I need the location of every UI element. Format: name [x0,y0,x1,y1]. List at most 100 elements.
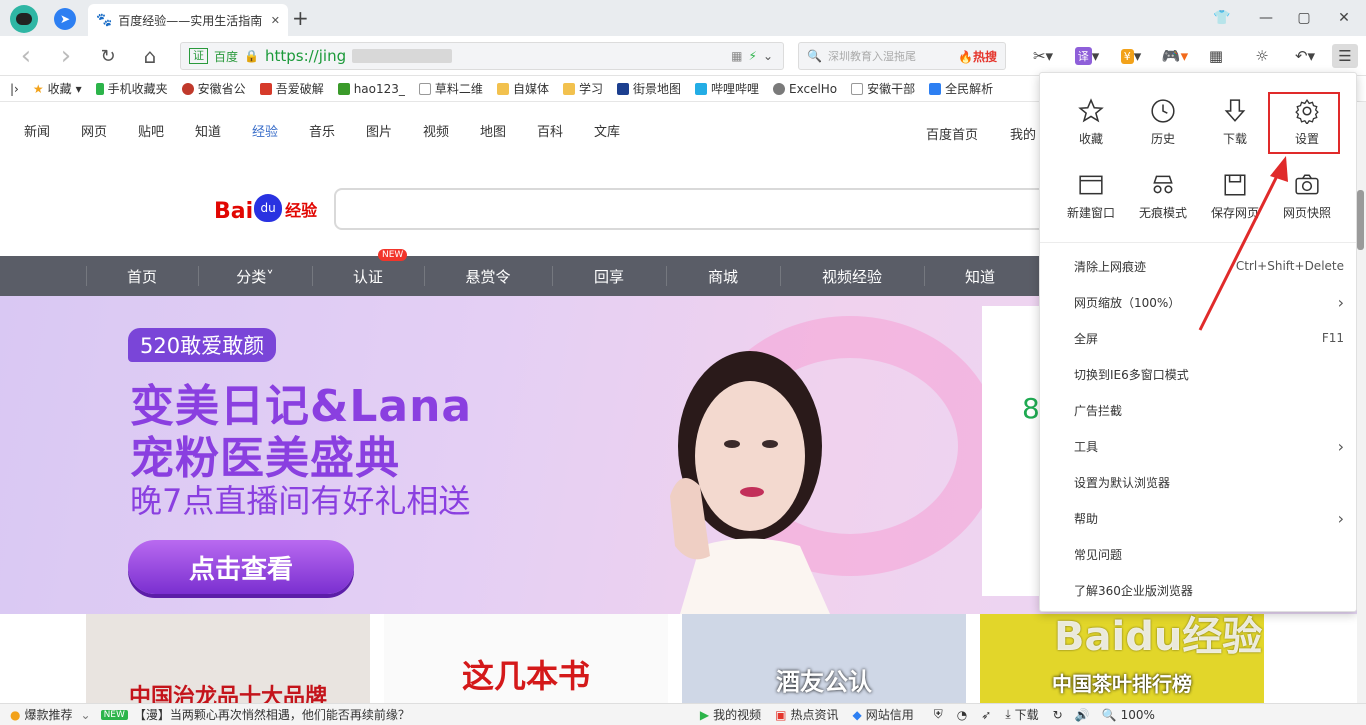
chevron-right-icon: › [1337,508,1344,528]
fire-icon: ● [10,707,21,722]
chevron-down-icon[interactable]: ⌄ [763,49,773,63]
category-item[interactable]: 知道 [924,256,1036,296]
topnav-item[interactable]: 文库 [594,121,651,140]
back-button[interactable]: ‹ [14,41,38,71]
category-item[interactable]: 认证 [312,256,424,296]
bookmark-item[interactable]: 吾爱破解 [259,80,324,97]
rocket-icon[interactable]: ➶ [981,708,991,722]
skin-icon[interactable]: 👕 [1212,8,1232,28]
tile-card[interactable]: 这几本书 [384,614,668,703]
news-ticker[interactable]: 【漫】当两颗心再次悄然相遇，他们能否再续前缘？ [134,706,424,723]
browser-logo-icon[interactable] [10,5,38,33]
bookmark-item[interactable]: 手机收藏夹 [95,80,168,97]
category-item[interactable]: 视频经验 [780,256,924,296]
maximize-button[interactable]: ▢ [1294,8,1314,28]
bookmark-item[interactable]: 草料二维 [418,80,483,97]
brightness-icon[interactable]: ☼ [1250,44,1274,68]
qr-icon[interactable]: ▦ [731,49,742,63]
menu-history[interactable]: 历史 [1127,98,1199,158]
refresh-button[interactable]: ↻ [96,44,120,68]
bookmark-item[interactable]: 街景地图 [616,80,681,97]
bookmark-item[interactable]: 安徽省公 [181,80,246,97]
menu-row[interactable]: 设置为默认浏览器 [1074,472,1344,492]
topnav-item[interactable]: 地图 [480,121,537,140]
tile-card[interactable]: 酒友公认 [682,614,966,703]
close-window-button[interactable]: ✕ [1334,8,1354,28]
category-item[interactable]: 首页 [86,256,198,296]
downloads[interactable]: ⤓ 下载 [1005,706,1038,723]
hot-news[interactable]: ▣ 热点资讯 [775,706,838,723]
wallet-icon[interactable]: ¥ ▾ [1114,44,1148,68]
menu-row[interactable]: 帮助 › [1074,508,1344,528]
menu-download[interactable]: 下载 [1199,98,1271,158]
category-item[interactable]: 悬赏令 [424,256,552,296]
bookmark-item[interactable]: 哔哩哔哩 [694,80,759,97]
menu-favorites[interactable]: 收藏 [1055,98,1127,158]
topnav-item[interactable]: 知道 [195,121,252,140]
bookmark-item[interactable]: hao123_ [337,82,405,96]
topnav-item[interactable]: 音乐 [309,121,366,140]
certificate-badge[interactable]: 证 [189,48,208,64]
navigation-compass-icon[interactable]: ➤ [54,8,76,30]
bookmark-item[interactable]: 安徽干部 [851,80,915,97]
my-videos[interactable]: ▶ 我的视频 [700,706,761,723]
bookmark-folder[interactable]: 自媒体 [496,80,549,97]
apps-grid-icon[interactable]: ▦ [1204,44,1228,68]
category-item[interactable]: 回享 [552,256,666,296]
category-item[interactable]: 商城 [666,256,780,296]
tile-card[interactable]: 中国治龙品十大品牌 [86,614,370,703]
menu-row[interactable]: 工具 › [1074,436,1344,456]
menu-new-window[interactable]: 新建窗口 [1055,172,1127,232]
topnav-item[interactable]: 图片 [366,121,423,140]
shield-icon[interactable]: ⛨ [934,707,943,722]
bookmark-item[interactable]: ExcelHo [773,82,837,96]
my-link[interactable]: 我的 [1010,124,1036,143]
lightning-icon[interactable]: ⚡ [749,49,757,63]
hot-search-label[interactable]: 🔥热搜 [958,48,997,65]
baidu-home-link[interactable]: 百度首页 [926,124,978,143]
game-icon[interactable]: 🎮▾ [1158,44,1192,68]
topnav-item[interactable]: 贴吧 [138,121,195,140]
topnav-item[interactable]: 新闻 [24,121,81,140]
translate-icon[interactable]: 译 ▾ [1070,44,1104,68]
page-search-input[interactable] [334,188,1054,230]
undo-icon[interactable]: ↶▾ [1288,44,1322,68]
close-tab-icon[interactable]: ✕ [271,14,280,27]
sidebar-toggle-icon[interactable]: |› [10,82,19,96]
bookmark-favorites[interactable]: ★ 收藏 ▾ [33,80,82,97]
banner-cta-button[interactable]: 点击查看 [128,540,354,594]
scrollbar-thumb[interactable] [1357,190,1364,250]
minimize-button[interactable]: — [1256,8,1276,28]
site-credit[interactable]: ◆ 网站信用 [853,706,914,723]
new-tab-button[interactable]: + [292,6,309,30]
home-button[interactable]: ⌂ [138,44,162,68]
menu-row[interactable]: 切换到IE6多窗口模式 [1074,364,1344,384]
topnav-item[interactable]: 视频 [423,121,480,140]
menu-row[interactable]: 广告拦截 [1074,400,1344,420]
speed-icon[interactable]: ◔ [957,708,967,722]
menu-incognito[interactable]: 无痕模式 [1127,172,1199,232]
topnav-item-active[interactable]: 经验 [252,121,309,140]
menu-icon[interactable]: ☰ [1332,44,1358,68]
bookmark-folder[interactable]: 学习 [562,80,603,97]
topnav-item[interactable]: 百科 [537,121,594,140]
chevron-down-icon[interactable]: ⌄ [81,708,91,722]
lock-icon: 🔒 [244,49,259,63]
hot-deals[interactable]: ● 爆款推荐 [10,706,73,723]
search-box[interactable]: 🔍 深圳教育入湿拖尾 🔥热搜 [798,42,1006,70]
menu-row[interactable]: 常见问题 [1074,544,1344,564]
bookmark-item[interactable]: 全民解析 [929,80,993,97]
scissors-icon[interactable]: ✂▾ [1028,44,1058,68]
drop-icon: ◆ [852,707,862,722]
zoom-level[interactable]: 🔍 100% [1102,708,1155,722]
forward-button[interactable]: › [54,41,78,71]
active-tab[interactable]: 🐾 百度经验——实用生活指南 ✕ [88,4,288,36]
address-bar[interactable]: 证 百度 🔒 https://jing ▦ ⚡ ⌄ [180,42,784,70]
menu-row[interactable]: 了解360企业版浏览器 [1074,580,1344,600]
refresh-icon[interactable]: ↻ [1053,708,1063,722]
topnav-item[interactable]: 网页 [81,121,138,140]
baidu-jingyan-logo[interactable]: Bai du 经验 [214,194,317,224]
video-icon: ▶ [699,707,710,722]
category-item[interactable]: 分类˅ [198,256,312,296]
volume-icon[interactable]: 🔊 [1075,708,1090,722]
